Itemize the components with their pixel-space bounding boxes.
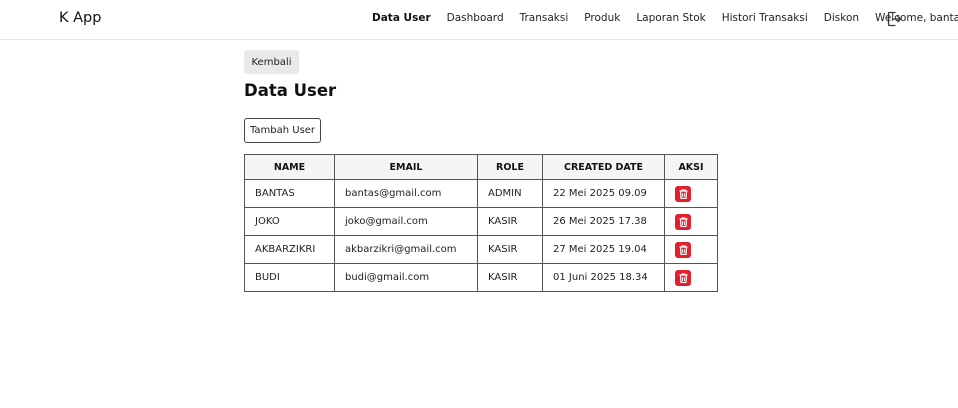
trash-icon xyxy=(679,188,687,199)
nav-item-transaksi[interactable]: Transaksi xyxy=(520,12,569,24)
navbar: K App Data User Dashboard Transaksi Prod… xyxy=(0,0,958,40)
table-row: BUDI budi@gmail.com KASIR 01 Juni 2025 1… xyxy=(244,263,718,292)
cell-name: AKBARZIKRI xyxy=(244,235,335,264)
nav-item-histori-transaksi[interactable]: Histori Transaksi xyxy=(722,12,808,24)
cell-aksi xyxy=(664,207,718,236)
column-header-aksi: AKSI xyxy=(664,154,718,180)
logout-icon[interactable] xyxy=(886,10,902,28)
nav-item-laporan-stok[interactable]: Laporan Stok xyxy=(636,12,705,24)
cell-role: KASIR xyxy=(477,235,543,264)
cell-created-date: 27 Mei 2025 19.04 xyxy=(542,235,665,264)
cell-name: BUDI xyxy=(244,263,335,292)
back-button[interactable]: Kembali xyxy=(244,50,299,74)
cell-role: KASIR xyxy=(477,263,543,292)
nav-item-produk[interactable]: Produk xyxy=(584,12,620,24)
delete-button[interactable] xyxy=(675,213,691,230)
cell-aksi xyxy=(664,263,718,292)
users-table: NAME EMAIL ROLE CREATED DATE AKSI BANTAS… xyxy=(244,154,718,292)
cell-name: JOKO xyxy=(244,207,335,236)
page-title: Data User xyxy=(244,81,337,100)
brand-logo[interactable]: K App xyxy=(59,10,101,26)
column-header-created-date: CREATED DATE xyxy=(542,154,665,180)
table-row: JOKO joko@gmail.com KASIR 26 Mei 2025 17… xyxy=(244,207,718,236)
delete-button[interactable] xyxy=(675,185,691,202)
cell-email: akbarzikri@gmail.com xyxy=(334,235,478,264)
cell-name: BANTAS xyxy=(244,179,335,208)
delete-button[interactable] xyxy=(675,269,691,286)
column-header-name: NAME xyxy=(244,154,335,180)
cell-aksi xyxy=(664,235,718,264)
nav-item-dashboard[interactable]: Dashboard xyxy=(447,12,504,24)
cell-role: KASIR xyxy=(477,207,543,236)
cell-role: ADMIN xyxy=(477,179,543,208)
column-header-email: EMAIL xyxy=(334,154,478,180)
delete-button[interactable] xyxy=(675,241,691,258)
nav-item-diskon[interactable]: Diskon xyxy=(824,12,859,24)
cell-created-date: 26 Mei 2025 17.38 xyxy=(542,207,665,236)
column-header-role: ROLE xyxy=(477,154,543,180)
cell-created-date: 01 Juni 2025 18.34 xyxy=(542,263,665,292)
cell-created-date: 22 Mei 2025 09.09 xyxy=(542,179,665,208)
cell-email: joko@gmail.com xyxy=(334,207,478,236)
add-user-button[interactable]: Tambah User xyxy=(244,118,321,143)
nav-links: Data User Dashboard Transaksi Produk Lap… xyxy=(372,12,958,24)
cell-email: budi@gmail.com xyxy=(334,263,478,292)
cell-aksi xyxy=(664,179,718,208)
trash-icon xyxy=(679,244,687,255)
table-row: BANTAS bantas@gmail.com ADMIN 22 Mei 202… xyxy=(244,179,718,208)
nav-item-data-user[interactable]: Data User xyxy=(372,12,431,24)
table-row: AKBARZIKRI akbarzikri@gmail.com KASIR 27… xyxy=(244,235,718,264)
trash-icon xyxy=(679,216,687,227)
table-header-row: NAME EMAIL ROLE CREATED DATE AKSI xyxy=(244,154,718,180)
trash-icon xyxy=(679,272,687,283)
cell-email: bantas@gmail.com xyxy=(334,179,478,208)
